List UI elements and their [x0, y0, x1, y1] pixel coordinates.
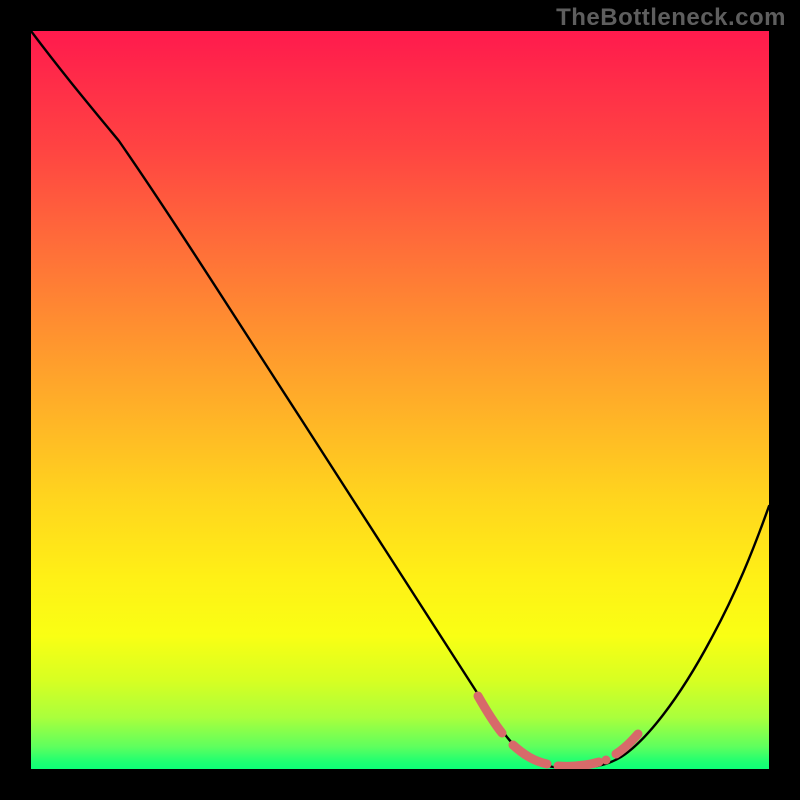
dash-segment [513, 745, 547, 764]
watermark-label: TheBottleneck.com [556, 4, 786, 32]
plot-area [31, 31, 769, 769]
dash-segment [558, 762, 599, 766]
curve-layer [31, 31, 769, 769]
bottleneck-curve [31, 31, 769, 768]
dash-segment [478, 696, 502, 733]
dash-segment [616, 734, 638, 754]
chart-container: TheBottleneck.com [0, 0, 800, 800]
dash-dot [602, 756, 611, 765]
sweet-spot-highlight [478, 696, 638, 766]
